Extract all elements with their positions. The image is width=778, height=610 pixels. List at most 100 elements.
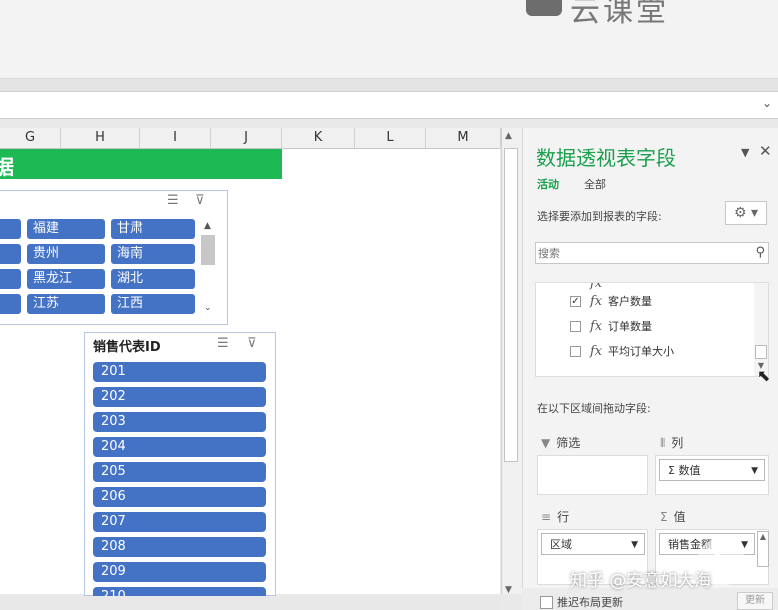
sigma-icon: Σ [660, 510, 668, 524]
sales-rep-slicer[interactable]: 销售代表ID ☰ ⊽ 201 202 203 204 205 206 207 2… [84, 332, 276, 607]
checkbox-checked[interactable]: ✓ [570, 296, 581, 307]
rows-field-pill[interactable]: 区域 ▼ [541, 533, 645, 555]
filter-area-header: ▼ 筛选 [541, 434, 580, 451]
gear-icon[interactable]: ⚙ ▾ [725, 201, 767, 225]
area-label: 值 [673, 510, 686, 524]
values-area-scrollbar[interactable]: ▲ [757, 531, 769, 567]
slicer-item[interactable]: 201 [93, 362, 266, 382]
mouse-cursor-icon: ⬉ [757, 366, 771, 385]
slicer-item[interactable]: 204 [93, 437, 266, 457]
defer-update-checkbox[interactable] [540, 596, 553, 609]
drag-fields-label: 在以下区域间拖动字段: [537, 402, 651, 415]
slicer-item[interactable] [0, 244, 21, 264]
column-header[interactable]: G [0, 128, 61, 148]
filter-icon: ▼ [541, 436, 551, 450]
column-header[interactable]: M [426, 128, 501, 148]
scroll-thumb[interactable] [755, 345, 767, 359]
tab-active[interactable]: 活动 [537, 176, 559, 192]
slicer-item[interactable] [0, 269, 21, 289]
formula-bar[interactable]: ⌄ [0, 91, 778, 119]
logo-icon [526, 0, 562, 16]
slicer-item[interactable]: 江苏 [27, 294, 105, 314]
area-label: 筛选 [556, 436, 581, 450]
watermark-text: 知乎 @安意如大海 [570, 571, 712, 591]
green-header-text: 据 [0, 155, 14, 179]
pane-options-icon[interactable]: ▼ [741, 146, 749, 159]
field-search-box[interactable]: ⚲ [535, 242, 769, 264]
update-button[interactable]: 更新 [737, 592, 773, 610]
pill-label: Σ 数值 [668, 464, 701, 477]
slicer-item[interactable]: 209 [93, 562, 266, 582]
column-header[interactable]: H [61, 128, 140, 148]
choose-fields-label: 选择要添加到报表的字段: [537, 210, 662, 223]
slicer-item[interactable]: 208 [93, 537, 266, 557]
slicer-item[interactable]: 湖北 [111, 269, 195, 289]
filter-area[interactable] [537, 455, 648, 495]
columns-area[interactable]: Σ 数值 ▼ [655, 455, 769, 495]
defer-update-label: 推迟布局更新 [557, 596, 623, 609]
checkbox[interactable] [570, 346, 581, 357]
columns-field-pill[interactable]: Σ 数值 ▼ [659, 459, 765, 481]
formula-icon: fx [590, 294, 603, 309]
search-input[interactable] [538, 244, 738, 262]
green-header-cell[interactable] [0, 149, 282, 179]
multi-select-icon[interactable]: ☰ [217, 336, 229, 351]
formula-icon: fx [590, 319, 603, 334]
pill-label: 区域 [550, 538, 572, 551]
field-label: 平均订单大小 [608, 345, 674, 358]
field-label: 订单数量 [608, 320, 652, 333]
rows-icon: ≡ [541, 510, 552, 524]
values-area-header: Σ值 [660, 508, 686, 525]
field-list-scrollbar[interactable]: ▼ [754, 283, 768, 376]
slicer-item[interactable]: 福建 [27, 219, 105, 239]
scroll-thumb[interactable] [504, 148, 518, 462]
slicer-title: 销售代表ID [93, 340, 161, 355]
clear-filter-icon[interactable]: ⊽ [195, 193, 205, 208]
slicer-item[interactable]: 贵州 [27, 244, 105, 264]
column-header[interactable]: I [140, 128, 211, 148]
slicer-item[interactable]: 黑龙江 [27, 269, 105, 289]
search-icon[interactable]: ⚲ [755, 245, 765, 260]
field-list[interactable]: fx ✓ fx 客户数量 fx 订单数量 fx 平均订单大小 ▼ [535, 282, 769, 377]
slicer-item[interactable]: 206 [93, 487, 266, 507]
ribbon-separator [0, 78, 778, 91]
rows-area-header: ≡ 行 [541, 508, 569, 525]
scroll-down-icon[interactable]: ⌄ [204, 303, 212, 313]
slicer-item[interactable]: 甘肃 [111, 219, 195, 239]
multi-select-icon[interactable]: ☰ [167, 193, 179, 208]
tab-all[interactable]: 全部 [584, 176, 606, 192]
horizontal-scrollbar[interactable] [0, 596, 501, 610]
checkbox[interactable] [570, 321, 581, 332]
field-label: 客户数量 [608, 295, 652, 308]
slicer-item[interactable]: 202 [93, 387, 266, 407]
columns-area-header: ⦀ 列 [660, 434, 683, 451]
clear-filter-icon[interactable]: ⊽ [247, 336, 257, 351]
column-header[interactable]: J [211, 128, 282, 148]
scroll-up-icon[interactable]: ▲ [505, 131, 512, 141]
column-header[interactable]: L [355, 128, 426, 148]
slicer-item[interactable]: 207 [93, 512, 266, 532]
dropdown-icon[interactable]: ▼ [751, 460, 758, 482]
formula-icon: fx [590, 344, 603, 359]
slicer-scrollbar[interactable]: ▲ ⌄ [201, 221, 215, 319]
scroll-thumb[interactable] [201, 235, 215, 265]
logo-text: 云课堂 [570, 0, 669, 29]
area-label: 行 [557, 510, 570, 524]
columns-icon: ⦀ [660, 436, 666, 450]
formula-icon: fx [590, 282, 603, 291]
slicer-item[interactable]: 江西 [111, 294, 195, 314]
slicer-item[interactable]: 205 [93, 462, 266, 482]
close-icon[interactable]: ✕ [759, 142, 772, 160]
scroll-down-icon[interactable]: ▼ [505, 585, 512, 595]
area-label: 列 [671, 436, 684, 450]
chevron-down-icon[interactable]: ⌄ [762, 96, 772, 110]
column-header-row: G H I J K L M [0, 128, 501, 149]
scroll-up-icon[interactable]: ▲ [204, 221, 211, 231]
region-slicer[interactable]: ☰ ⊽ 福建 甘肃 贵州 海南 黑龙江 湖北 江苏 江西 ▲ ⌄ [0, 190, 228, 325]
slicer-item[interactable] [0, 219, 21, 239]
slicer-item[interactable] [0, 294, 21, 314]
column-header[interactable]: K [282, 128, 355, 148]
dropdown-icon[interactable]: ▼ [631, 534, 638, 556]
slicer-item[interactable]: 203 [93, 412, 266, 432]
slicer-item[interactable]: 海南 [111, 244, 195, 264]
